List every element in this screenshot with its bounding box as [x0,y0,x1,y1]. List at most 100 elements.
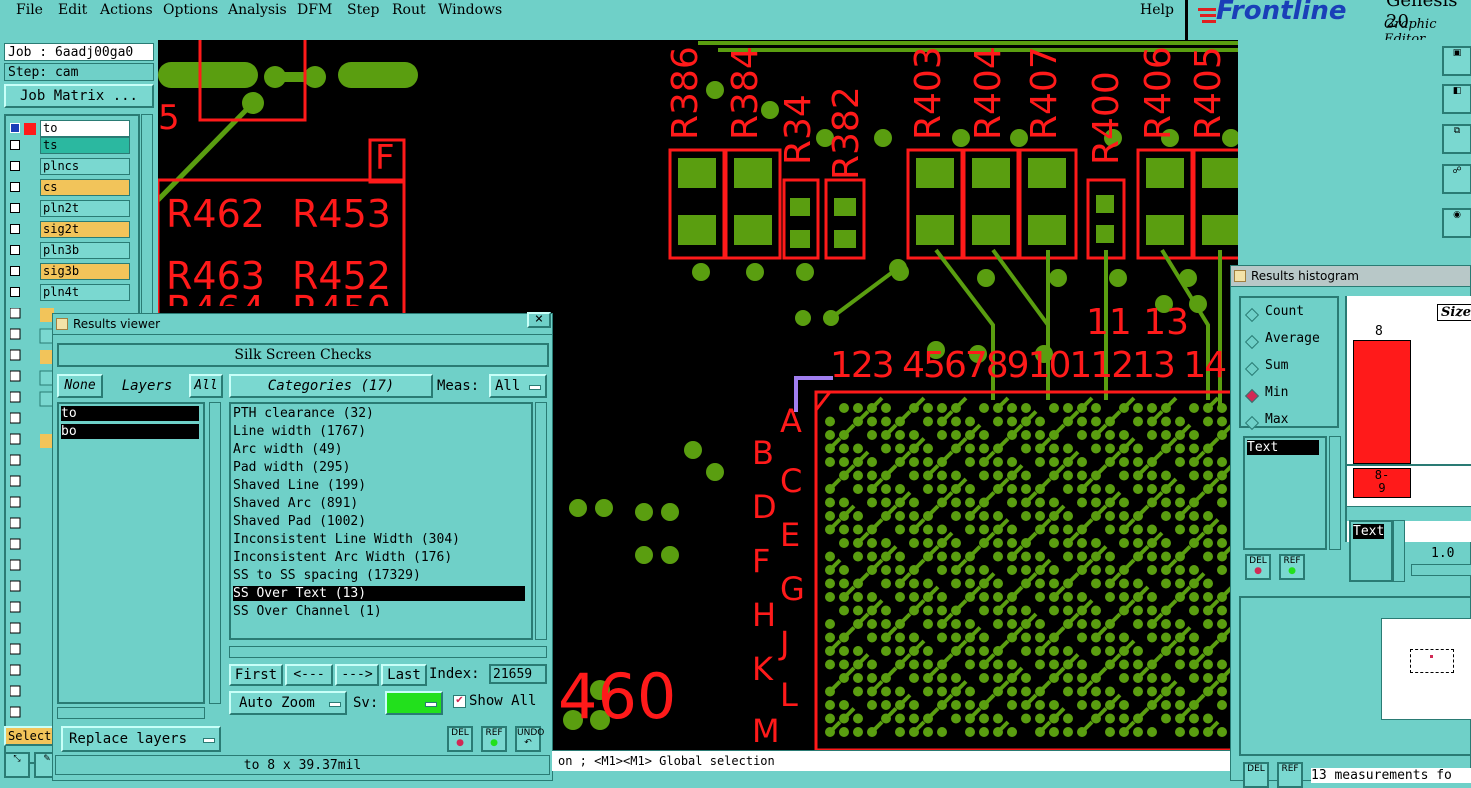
all-layers-button[interactable]: All [189,374,223,398]
layer-checkbox[interactable] [10,224,20,234]
layer-row-ts[interactable]: ts [8,137,133,155]
zoom-area-icon[interactable]: ⤡ [4,752,30,778]
categories-hscrollbar[interactable] [229,646,547,658]
layer-list-item-bo[interactable]: bo [61,424,199,439]
prev-button[interactable]: <--- [285,664,333,686]
layer-checkbox[interactable] [10,287,20,297]
category-item[interactable]: SS to SS spacing (17329) [233,568,421,583]
measure-icon[interactable]: ⧉ [1442,124,1471,154]
preview-reference-icon[interactable]: REF [1277,762,1303,788]
layer-name: plncs [40,158,130,175]
layer-checkbox[interactable] [10,266,20,276]
layer-checkbox[interactable] [10,182,20,192]
category-item[interactable]: Shaved Arc (891) [233,496,358,511]
histogram-bar[interactable] [1353,340,1411,464]
categories-button[interactable]: Categories (17) [229,374,433,398]
undo-icon[interactable]: UNDO ↶ [515,726,544,752]
layer-checkbox[interactable] [10,140,20,150]
layer-row-cs[interactable]: cs [8,179,133,197]
reference-icon[interactable]: REF ● [481,726,507,752]
layer-row-pln3b[interactable]: pln3b [8,242,133,260]
category-item-selected[interactable]: SS Over Text (13) [233,586,525,601]
histogram-text-item[interactable]: Text [1353,524,1385,539]
layer-checkbox[interactable] [10,123,20,133]
show-all-checkbox[interactable]: ✔ [453,695,466,708]
menu-options[interactable]: Options [163,2,218,18]
layer-row-to[interactable]: to [8,120,133,138]
close-button[interactable]: × [527,312,551,328]
categories-scrollbar[interactable] [535,402,547,640]
category-item[interactable]: Line width (1767) [233,424,366,439]
histogram-list-scrollbar[interactable] [1329,436,1341,550]
sum-radio[interactable] [1244,361,1260,377]
category-item[interactable]: PTH clearance (32) [233,406,374,421]
pan-icon[interactable]: ▣ [1442,46,1471,76]
category-item[interactable]: Shaved Line (199) [233,478,366,493]
layer-checkbox[interactable] [10,203,20,213]
layers-list-hscrollbar[interactable] [57,707,205,719]
histogram-delete-icon[interactable]: DEL ● [1245,554,1271,580]
histogram-hscroll[interactable] [1347,506,1471,521]
snap-icon[interactable]: ◉ [1442,208,1471,238]
menu-dfm[interactable]: DFM [297,2,332,18]
category-item[interactable]: Shaved Pad (1002) [233,514,366,529]
preview-delete-icon[interactable]: DEL [1243,762,1269,788]
layer-checkbox[interactable] [10,245,20,255]
delete-icon[interactable]: DEL ● [447,726,473,752]
frontline-logo-icon [1198,8,1216,23]
menu-actions[interactable]: Actions [100,2,153,18]
max-radio[interactable] [1244,415,1260,431]
results-viewer-titlebar[interactable]: Results viewer [53,314,552,335]
menu-step[interactable]: Step [347,2,379,18]
histogram-titlebar[interactable]: Results histogram [1231,266,1470,287]
layers-list[interactable]: to bo [57,402,205,704]
last-button[interactable]: Last [381,664,427,686]
severity-select[interactable] [385,691,443,715]
average-radio[interactable] [1244,334,1260,350]
category-item[interactable]: Inconsistent Arc Width (176) [233,550,452,565]
route-icon[interactable]: ☍ [1442,164,1471,194]
histogram-text-list[interactable]: Text [1349,520,1393,582]
histogram-reference-icon[interactable]: REF ● [1279,554,1305,580]
layer-row-sig3b[interactable]: sig3b [8,263,133,281]
first-button[interactable]: First [229,664,283,686]
dropdown-icon [329,702,341,707]
product-subtitle: Graphic Editor [1384,17,1437,40]
layer-list-item-to[interactable]: to [61,406,199,421]
select-button[interactable]: Select [4,726,54,746]
preview-canvas[interactable] [1381,618,1471,720]
replace-layers-select[interactable]: Replace layers [61,726,221,752]
histogram-text-scrollbar[interactable] [1393,520,1405,582]
layer-checkbox[interactable] [10,161,20,171]
layer-row-pln2t[interactable]: pln2t [8,200,133,218]
meas-select[interactable]: All [489,374,547,398]
menu-file[interactable]: File [16,2,43,18]
histogram-layer-list[interactable]: Text [1243,436,1327,550]
layer-icon[interactable]: ◧ [1442,84,1471,114]
menu-bar: File Edit Actions Options Analysis DFM S… [0,0,1185,42]
dropdown-icon [203,738,215,743]
auto-zoom-select[interactable]: Auto Zoom [229,691,347,715]
category-item[interactable]: Arc width (49) [233,442,343,457]
index-input[interactable] [489,664,547,684]
min-radio[interactable] [1244,388,1260,404]
layer-row-pln4t[interactable]: pln4t [8,284,133,302]
category-item[interactable]: Pad width (295) [233,460,350,475]
menu-windows[interactable]: Windows [438,2,502,18]
category-item[interactable]: SS Over Channel (1) [233,604,382,619]
menu-edit[interactable]: Edit [58,2,87,18]
next-button[interactable]: ---> [335,664,379,686]
histogram-value-slider[interactable] [1411,564,1471,576]
layer-row-plncs[interactable]: plncs [8,158,133,176]
layer-row-sig2t[interactable]: sig2t [8,221,133,239]
job-matrix-button[interactable]: Job Matrix ... [4,84,154,108]
menu-analysis[interactable]: Analysis [228,2,287,18]
none-button[interactable]: None [57,374,103,398]
menu-rout[interactable]: Rout [392,2,426,18]
category-item[interactable]: Inconsistent Line Width (304) [233,532,460,547]
menu-help[interactable]: Help [1140,2,1174,18]
categories-list[interactable]: PTH clearance (32) Line width (1767) Arc… [229,402,533,640]
histogram-list-item[interactable]: Text [1247,440,1319,455]
layers-list-scrollbar[interactable] [209,402,221,704]
count-radio[interactable] [1244,307,1260,323]
